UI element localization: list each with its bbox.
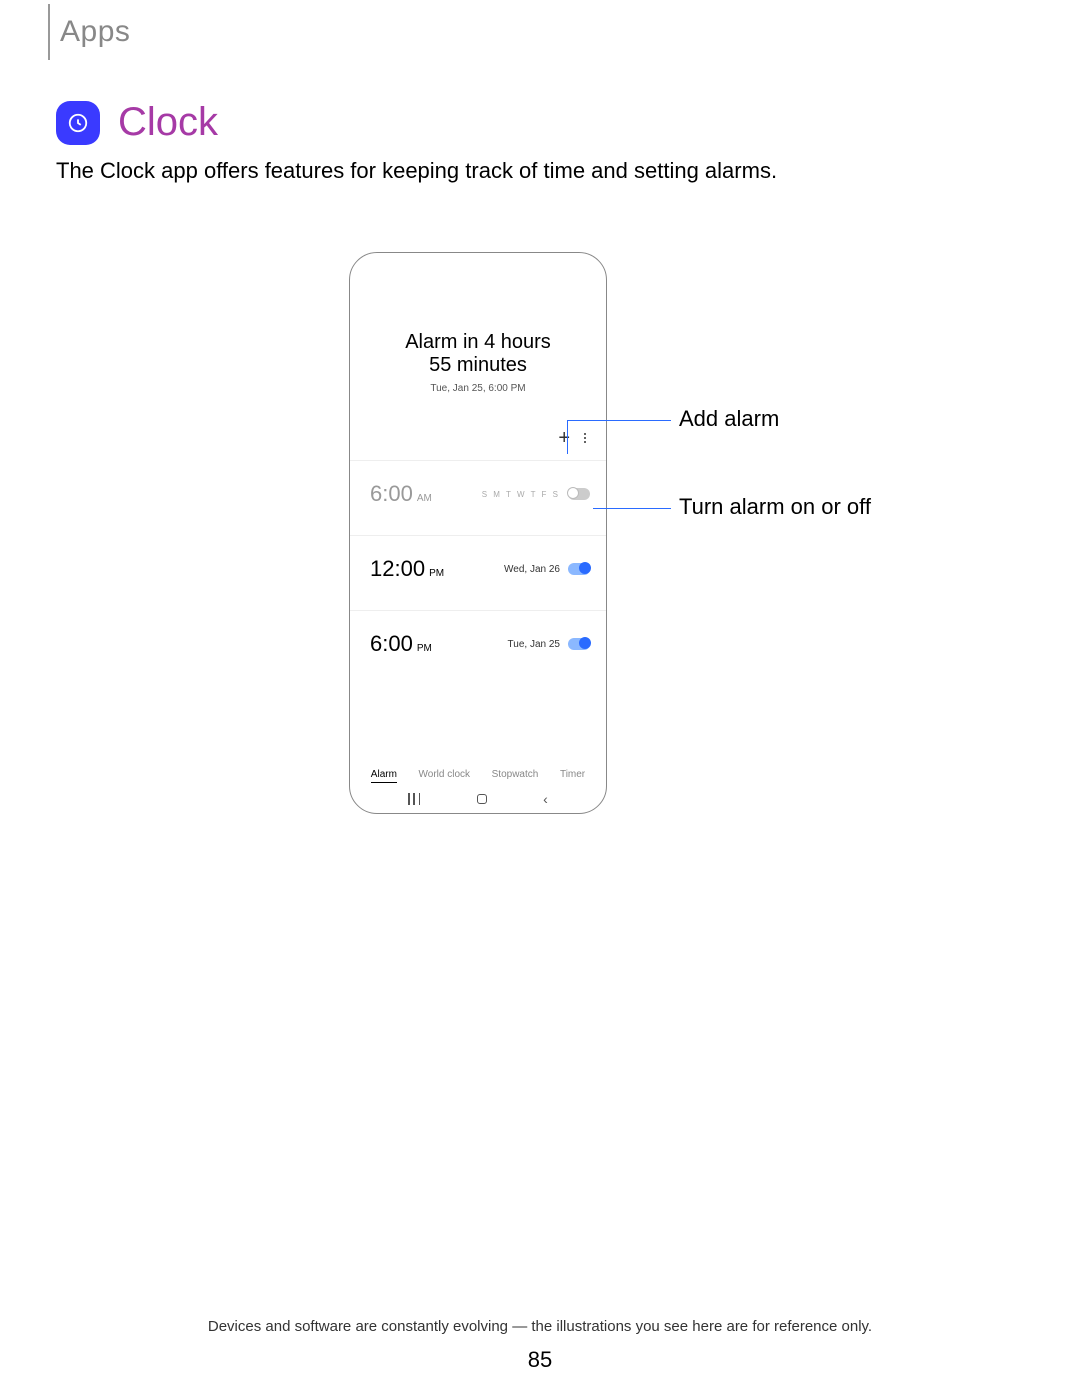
footer-note: Devices and software are constantly evol…	[0, 1318, 1080, 1335]
alarm-time: 6:00	[370, 631, 413, 657]
home-icon[interactable]	[477, 794, 487, 804]
alarm-date: Tue, Jan 25	[508, 639, 560, 650]
more-options-icon[interactable]	[584, 433, 586, 443]
heading-text: Clock	[118, 100, 218, 145]
recents-icon[interactable]	[408, 793, 420, 805]
breadcrumb: Apps	[48, 4, 130, 60]
alarm-row[interactable]: 6:00 AM S M T W T F S	[350, 460, 606, 527]
alarm-repeat-days: S M T W T F S	[482, 490, 560, 499]
tab-timer[interactable]: Timer	[560, 769, 585, 783]
page-number: 85	[0, 1347, 1080, 1373]
tab-stopwatch[interactable]: Stopwatch	[492, 769, 539, 783]
back-icon[interactable]: ‹	[543, 791, 548, 807]
callout-add-alarm: Add alarm	[679, 406, 779, 432]
alarm-summary-line1: Alarm in 4 hours	[350, 331, 606, 354]
alarm-summary: Alarm in 4 hours 55 minutes Tue, Jan 25,…	[350, 253, 606, 394]
alarm-summary-line2: 55 minutes	[350, 354, 606, 377]
alarm-time: 6:00	[370, 481, 413, 507]
alarm-summary-sub: Tue, Jan 25, 6:00 PM	[350, 383, 606, 394]
clock-app-icon	[56, 101, 100, 145]
callout-connector	[567, 420, 568, 454]
alarm-ampm: PM	[417, 643, 432, 654]
phone-mockup: Alarm in 4 hours 55 minutes Tue, Jan 25,…	[349, 252, 607, 814]
alarm-row[interactable]: 6:00 PM Tue, Jan 25	[350, 610, 606, 677]
bottom-tabs: Alarm World clock Stopwatch Timer	[350, 761, 606, 783]
section-heading: Clock	[56, 100, 218, 145]
tab-world-clock[interactable]: World clock	[419, 769, 471, 783]
alarm-time: 12:00	[370, 556, 425, 582]
alarm-toggle[interactable]	[568, 638, 590, 650]
callout-toggle: Turn alarm on or off	[679, 494, 871, 520]
alarm-toggle[interactable]	[568, 488, 590, 500]
alarm-toggle[interactable]	[568, 563, 590, 575]
intro-text: The Clock app offers features for keepin…	[56, 158, 777, 184]
add-alarm-icon[interactable]: +	[558, 428, 570, 448]
alarm-ampm: PM	[429, 568, 444, 579]
callout-connector	[593, 508, 671, 509]
alarm-ampm: AM	[417, 493, 432, 504]
tab-alarm[interactable]: Alarm	[371, 769, 397, 783]
alarm-list: 6:00 AM S M T W T F S 12:00 PM Wed, Jan …	[350, 460, 606, 677]
alarm-date: Wed, Jan 26	[504, 564, 560, 575]
android-nav-bar: ‹	[350, 791, 606, 807]
breadcrumb-text: Apps	[60, 15, 130, 49]
alarm-row[interactable]: 12:00 PM Wed, Jan 26	[350, 535, 606, 602]
callout-connector	[567, 420, 671, 421]
